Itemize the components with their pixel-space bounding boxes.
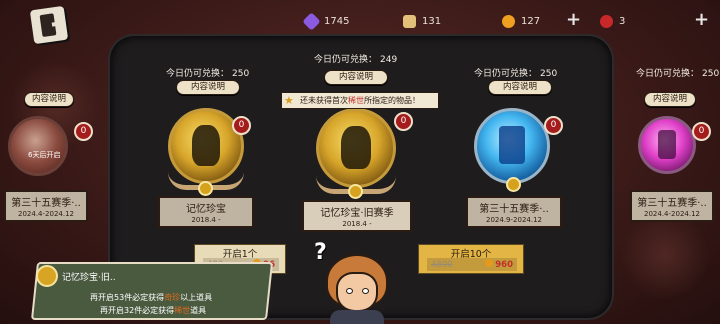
tooltip-text: 还未获得首次 [300, 96, 348, 105]
count-badge: 0 [692, 122, 711, 141]
character-coat [330, 310, 384, 324]
quota-label: 今日仍可兑换： [166, 69, 230, 79]
line-text: 以上道具 [180, 293, 213, 302]
card-date: 2018.4 - [191, 216, 221, 224]
lock-countdown: 6天后开启 [28, 151, 61, 159]
quota-value: 250 [540, 69, 558, 79]
coin-emblem-icon [198, 181, 213, 196]
card-date: 2024.9-2024.12 [486, 216, 542, 224]
tooltip-text: 所指定的物品！ [364, 96, 420, 105]
card-date: 2024.4-2024.12 [18, 210, 74, 218]
guide-character[interactable] [324, 250, 390, 324]
open-10-button[interactable]: 开启10个 4800 960 [418, 244, 524, 274]
count-badge: 0 [74, 122, 93, 141]
card-ribbon: 记忆珍宝·旧赛季 2018.4 - [294, 200, 420, 232]
coin-emblem-icon [36, 265, 58, 287]
line-number: 53 [114, 293, 125, 302]
add-ticket-button[interactable]: + [694, 11, 709, 29]
resource-purple-gem: 1745 [302, 11, 350, 31]
resource-puzzle: 131 [403, 11, 441, 31]
gold-coin-icon [485, 259, 494, 267]
card-title: 记忆珍宝·旧赛季 [320, 208, 394, 219]
line-highlight: 稀世 [174, 306, 191, 315]
card-ribbon: 记忆珍宝 2018.4 - [150, 196, 262, 228]
exit-arrow-icon [51, 21, 63, 27]
line-text: 再开启 [90, 293, 114, 302]
card-ribbon: 第三十五赛季·.. 2024.4-2024.12 [0, 190, 96, 222]
exit-button[interactable] [29, 5, 69, 45]
card-title: 第三十五赛季·.. [479, 204, 549, 215]
line-number: 32 [124, 306, 135, 315]
daily-quota: 今日仍可兑换： 250 [166, 66, 249, 79]
line-highlight: 奇珍 [164, 293, 181, 302]
daily-quota: 今日仍可兑换： 250 [474, 66, 557, 79]
resource-coin: 127 [502, 11, 540, 31]
purple-gem-icon [302, 11, 321, 31]
hint-tooltip: ★ 还未获得首次稀世所指定的物品！ [281, 92, 439, 109]
line-text: 件必定获得 [124, 293, 165, 302]
count-badge: 0 [544, 116, 563, 135]
resource-value: 1745 [324, 15, 350, 27]
daily-quota: 今日仍可兑换： 250 [636, 66, 719, 79]
content-desc-button[interactable]: 内容说明 [324, 70, 388, 85]
line-text: 道具 [190, 306, 207, 315]
quota-value: 250 [702, 69, 720, 79]
original-price: 4800 [431, 259, 453, 270]
gold-coin-icon [502, 14, 515, 28]
resource-value: 127 [521, 15, 541, 27]
card-date: 2024.4-2024.12 [644, 210, 700, 218]
blue-medal-icon[interactable] [474, 108, 550, 184]
card-ribbon: 第三十五赛季·.. 2024.9-2024.12 [458, 196, 570, 228]
red-ticket-icon [600, 14, 613, 28]
guarantee-line-2: 再开启32件必定获得稀世道具 [100, 305, 206, 316]
banner-title: 记忆珍宝·旧.. [62, 273, 116, 283]
star-icon: ★ [284, 94, 294, 107]
card-title: 第三十五赛季·.. [11, 198, 81, 209]
discount-price: 960 [485, 259, 513, 270]
coin-emblem-icon [506, 177, 521, 192]
quota-label: 今日仍可兑换： [314, 55, 378, 65]
tooltip-highlight: 稀世 [348, 96, 364, 105]
resource-value: 131 [422, 15, 442, 27]
resource-ticket: 3 [600, 11, 625, 31]
quota-label: 今日仍可兑换： [636, 69, 700, 79]
quota-label: 今日仍可兑换： [474, 69, 538, 79]
count-badge: 0 [232, 116, 251, 135]
card-title: 记忆珍宝 [186, 204, 226, 215]
price-row: 4800 960 [427, 258, 517, 271]
content-desc-button[interactable]: 内容说明 [176, 80, 240, 95]
character-face [336, 272, 378, 312]
character-eye [346, 288, 353, 294]
price-value: 960 [495, 260, 513, 270]
card-ribbon: 第三十五赛季·.. 2024.4-2024.12 [622, 190, 720, 222]
pink-medal-icon[interactable] [638, 116, 696, 174]
resource-value: 3 [619, 15, 626, 27]
card-date: 2018.4 - [342, 220, 372, 228]
line-text: 再开启 [100, 306, 124, 315]
locked-medal-icon[interactable] [8, 116, 68, 176]
line-text: 件必定获得 [134, 306, 175, 315]
add-coin-button[interactable]: + [566, 11, 581, 29]
content-desc-button[interactable]: 内容说明 [488, 80, 552, 95]
character-eye [362, 288, 369, 294]
bg-decor [620, 210, 710, 300]
card-title: 第三十五赛季·.. [637, 198, 707, 209]
coin-emblem-icon [348, 184, 363, 199]
guarantee-line-1: 再开启53件必定获得奇珍以上道具 [90, 292, 212, 303]
count-badge: 0 [394, 112, 413, 131]
quota-value: 250 [232, 69, 250, 79]
quota-value: 249 [380, 55, 398, 65]
content-desc-button[interactable]: 内容说明 [644, 92, 696, 107]
content-desc-button[interactable]: 内容说明 [24, 92, 74, 107]
daily-quota: 今日仍可兑换： 249 [314, 52, 397, 65]
puzzle-piece-icon [403, 14, 416, 28]
